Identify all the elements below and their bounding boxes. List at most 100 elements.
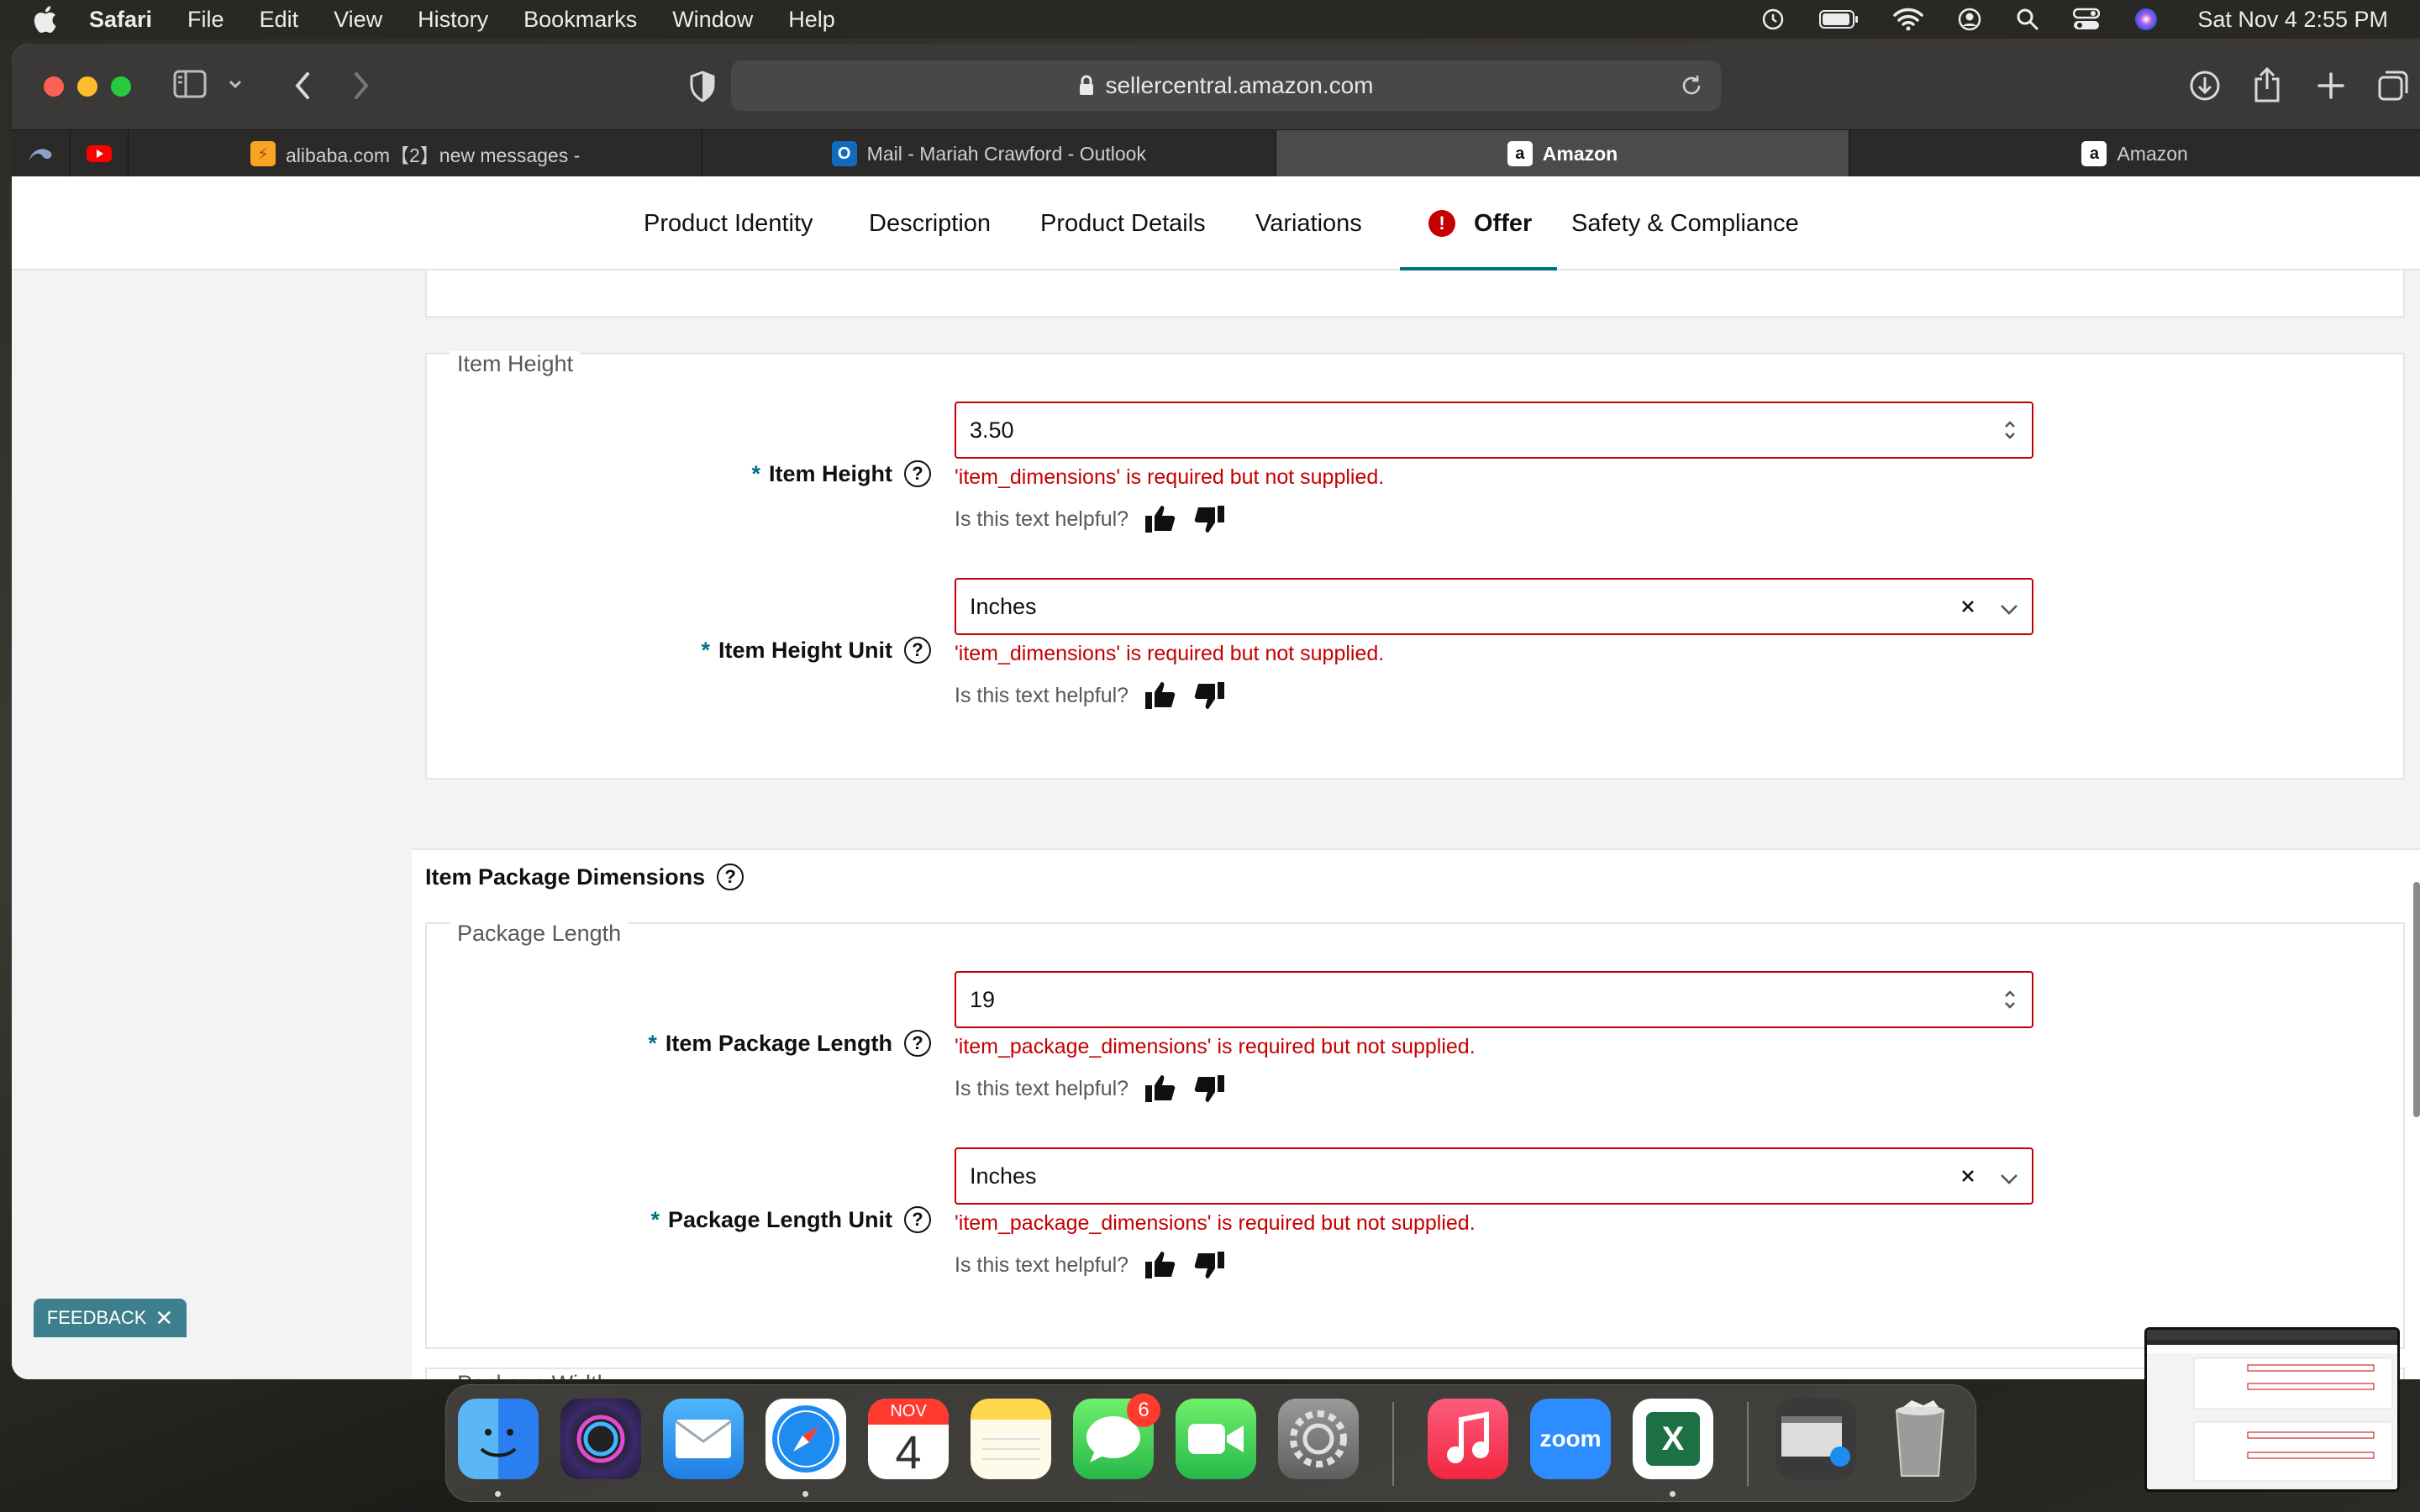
sidebar-toggle-icon[interactable] (173, 69, 207, 99)
calendar-app[interactable]: NOV 4 (868, 1399, 949, 1479)
reload-icon[interactable] (1679, 73, 1704, 104)
tab-alibaba[interactable]: ⚡ alibaba.com【2】new messages - (129, 130, 702, 177)
help-question-icon[interactable]: ? (904, 1206, 931, 1233)
battery-icon[interactable] (1819, 9, 1860, 29)
safari-app[interactable] (765, 1399, 846, 1479)
siri-icon[interactable] (2133, 7, 2159, 32)
pinned-tab-youtube[interactable] (71, 130, 129, 177)
chevron-down-icon[interactable] (1998, 1168, 2020, 1194)
validation-error: 'item_dimensions' is required but not su… (955, 465, 1385, 489)
section-title-text: Item Package Dimensions (425, 864, 706, 890)
zoom-icon-label: zoom (1539, 1425, 1602, 1452)
share-icon[interactable] (2252, 66, 2282, 104)
thumbs-down-icon[interactable] (1192, 680, 1226, 711)
thumbs-down-icon[interactable] (1192, 1250, 1226, 1280)
package-dimensions-section: Item Package Dimensions ? Package Length… (412, 848, 2420, 1379)
apple-icon[interactable] (32, 5, 62, 34)
tab-description[interactable]: Description (869, 176, 991, 270)
tab-overview-icon[interactable] (2376, 69, 2410, 102)
helpful-prompt: Is this text helpful? (955, 507, 1129, 531)
clear-selection-icon[interactable] (1956, 1164, 1980, 1194)
user-account-icon[interactable] (1957, 7, 1982, 32)
thumbs-up-icon[interactable] (1144, 680, 1177, 711)
finder-app[interactable] (458, 1399, 539, 1479)
menu-window[interactable]: Window (672, 7, 753, 33)
menu-bar: Safari File Edit View History Bookmarks … (0, 0, 2420, 39)
thumbs-down-icon[interactable] (1192, 504, 1226, 534)
section-title: Item Package Dimensions ? (425, 864, 744, 890)
menu-bookmarks[interactable]: Bookmarks (523, 7, 637, 33)
facetime-app[interactable] (1176, 1399, 1256, 1479)
package-length-unit-select[interactable]: Inches (955, 1147, 2033, 1205)
chevron-down-icon[interactable] (227, 76, 244, 92)
tab-safety-compliance[interactable]: Safety & Compliance (1571, 176, 1799, 270)
clear-selection-icon[interactable] (1956, 595, 1980, 624)
downloads-icon[interactable] (2188, 69, 2222, 102)
tab-product-identity[interactable]: Product Identity (644, 176, 813, 270)
notification-badge: 6 (1127, 1394, 1160, 1427)
field-label: Item Height (768, 460, 892, 486)
form-area: Item Height * Item Height ? 3.50 'item_d… (412, 270, 2420, 1379)
tab-outlook[interactable]: O Mail - Mariah Crawford - Outlook (702, 130, 1276, 177)
menu-file[interactable]: File (187, 7, 224, 33)
number-stepper-icon[interactable] (2003, 418, 2017, 448)
wifi-icon[interactable] (1893, 8, 1924, 31)
field-label: Item Height Unit (718, 637, 892, 663)
thumbs-up-icon[interactable] (1144, 504, 1177, 534)
helpful-feedback: Is this text helpful? (955, 504, 1226, 534)
feedback-button[interactable]: FEEDBACK ✕ (34, 1299, 187, 1337)
music-app[interactable] (1428, 1399, 1508, 1479)
zoom-window-button[interactable] (111, 76, 131, 97)
item-height-input[interactable]: 3.50 (955, 402, 2033, 459)
zoom-app[interactable]: zoom (1530, 1399, 1611, 1479)
pinned-tab-edge[interactable] (12, 130, 71, 177)
new-tab-icon[interactable] (2316, 71, 2346, 101)
item-height-unit-select[interactable]: Inches (955, 578, 2033, 635)
back-arrow-icon[interactable] (292, 71, 313, 101)
lock-icon (1078, 75, 1095, 97)
thumbs-up-icon[interactable] (1144, 1250, 1177, 1280)
menu-edit[interactable]: Edit (260, 7, 299, 33)
close-window-button[interactable] (44, 76, 64, 97)
forward-arrow-icon[interactable] (351, 71, 371, 101)
help-question-icon[interactable]: ? (904, 1030, 931, 1057)
close-icon[interactable]: ✕ (155, 1305, 173, 1331)
fieldset-legend: Package Length (450, 921, 629, 947)
recent-window-stack[interactable] (1776, 1399, 1856, 1479)
tab-label: Safety & Compliance (1571, 209, 1799, 237)
number-stepper-icon[interactable] (2003, 988, 2017, 1017)
excel-app[interactable]: X (1633, 1399, 1713, 1479)
menu-view[interactable]: View (334, 7, 382, 33)
menubar-clock[interactable]: Sat Nov 4 2:55 PM (2197, 7, 2388, 33)
menu-help[interactable]: Help (788, 7, 835, 33)
mail-app[interactable] (663, 1399, 744, 1479)
screenshot-thumbnail[interactable] (2144, 1327, 2400, 1492)
page-scrollbar[interactable] (2413, 882, 2420, 1117)
spotlight-search-icon[interactable] (2016, 8, 2039, 31)
help-question-icon[interactable]: ? (904, 637, 931, 664)
help-question-icon[interactable]: ? (904, 460, 931, 487)
item-package-length-input[interactable]: 19 (955, 971, 2033, 1028)
tab-amazon-active[interactable]: a Amazon (1276, 130, 1850, 177)
system-preferences-app[interactable] (1278, 1399, 1359, 1479)
menu-safari[interactable]: Safari (89, 7, 152, 33)
control-center-icon[interactable] (2073, 8, 2101, 31)
time-machine-icon[interactable] (1760, 7, 1786, 32)
tab-offer[interactable]: ! Offer (1400, 176, 1558, 272)
chevron-down-icon[interactable] (1998, 598, 2020, 624)
menu-history[interactable]: History (418, 7, 488, 33)
tab-variations[interactable]: Variations (1255, 176, 1362, 270)
siri-app[interactable] (560, 1399, 641, 1479)
thumbs-down-icon[interactable] (1192, 1074, 1226, 1104)
thumbs-up-icon[interactable] (1144, 1074, 1177, 1104)
tab-label: Variations (1255, 209, 1362, 237)
help-question-icon[interactable]: ? (717, 864, 744, 890)
messages-app[interactable]: 6 (1073, 1394, 1160, 1479)
tab-amazon[interactable]: a Amazon (1849, 130, 2420, 177)
notes-app[interactable] (971, 1399, 1051, 1479)
tab-product-details[interactable]: Product Details (1040, 176, 1206, 270)
privacy-shield-icon[interactable] (689, 71, 716, 102)
minimize-window-button[interactable] (77, 76, 97, 97)
trash-app[interactable] (1880, 1399, 1960, 1479)
address-bar[interactable]: sellercentral.amazon.com (731, 60, 1721, 111)
